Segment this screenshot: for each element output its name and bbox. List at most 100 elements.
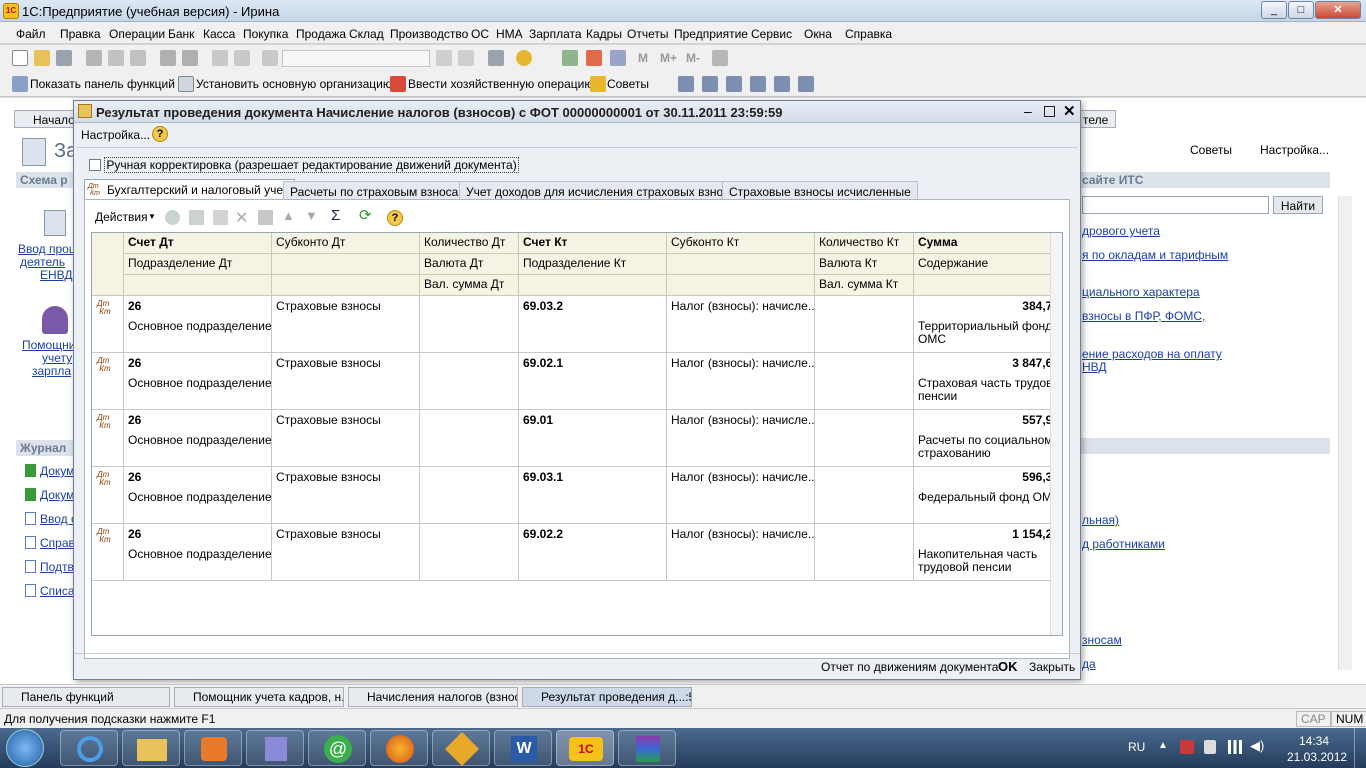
media-player-taskbar-icon[interactable] (184, 730, 242, 766)
users-icon[interactable] (610, 50, 626, 66)
journal-item-5[interactable]: Подтв (40, 560, 74, 574)
clock-time[interactable]: 14:34 (1299, 734, 1329, 748)
tab-accounting[interactable]: Дт Кт Бухгалтерский и налоговый учет (84, 179, 296, 201)
bg-link-assistant-2[interactable]: учету (42, 351, 72, 365)
minimize-button[interactable]: _ (1261, 1, 1287, 19)
refresh-icon[interactable]: ⟳ (359, 206, 372, 224)
set-organization-button[interactable]: Установить основную организацию (196, 77, 392, 91)
menu-hr[interactable]: Кадры (586, 27, 622, 41)
bg-right-link-6[interactable]: НВД (1082, 360, 1107, 374)
explorer-taskbar-icon[interactable] (122, 730, 180, 766)
bg-link-assistant-3[interactable]: зарпла (32, 364, 71, 378)
open-folder-icon[interactable] (34, 50, 50, 66)
1c-taskbar-icon[interactable]: 1С (556, 730, 614, 766)
tab-insurance-calc[interactable]: Расчеты по страховым взносам (283, 181, 474, 201)
save-icon[interactable] (56, 50, 72, 66)
usb-tray-icon[interactable] (1204, 740, 1216, 754)
cut-icon[interactable] (86, 50, 102, 66)
sum-icon[interactable]: Σ (331, 207, 340, 224)
bg-right-link-7[interactable]: льная) (1082, 513, 1119, 527)
enter-operation-button[interactable]: Ввести хозяйственную операцию (408, 77, 593, 91)
close-dialog-button[interactable]: Закрыть (1029, 660, 1075, 674)
bg-right-link-3[interactable]: циального характера (1082, 285, 1200, 299)
help-icon[interactable]: ? (152, 126, 168, 142)
menu-cash[interactable]: Касса (203, 27, 235, 41)
add-row-icon[interactable] (165, 210, 180, 225)
print-preview-icon[interactable] (182, 50, 198, 66)
manual-correction-label[interactable]: Ручная корректировка (разрешает редактир… (104, 156, 519, 173)
menu-edit[interactable]: Правка (60, 27, 101, 41)
window-tab-hr-assistant[interactable]: Помощник учета кадров, н... (174, 687, 344, 707)
journal-item-1[interactable]: Докум (40, 464, 74, 478)
tab-right[interactable]: теле (1080, 110, 1116, 128)
mail-taskbar-icon[interactable]: @ (308, 730, 366, 766)
bg-right-link-8[interactable]: д работниками (1082, 537, 1165, 551)
word-taskbar-icon[interactable]: W (494, 730, 552, 766)
move-down-icon[interactable]: ▼ (305, 208, 318, 223)
journal-item-6[interactable]: Списа (40, 584, 75, 598)
bg-right-link-4[interactable]: взносы в ПФР, ФОМС, (1082, 309, 1205, 323)
table3-icon[interactable] (726, 76, 742, 92)
tools-icon[interactable] (712, 50, 728, 66)
bg-right-link-10[interactable]: да (1082, 657, 1096, 671)
find-next-icon[interactable] (436, 50, 452, 66)
copy-icon[interactable] (108, 50, 124, 66)
menu-windows[interactable]: Окна (804, 27, 832, 41)
menu-purchase[interactable]: Покупка (243, 27, 288, 41)
save-row-icon[interactable] (258, 210, 273, 225)
bg-settings-link[interactable]: Настройка... (1260, 143, 1329, 157)
archiver-taskbar-icon[interactable] (618, 730, 676, 766)
movements-table[interactable]: Счет Дт Подразделение Дт Субконто Дт Количе… (91, 232, 1063, 636)
search-icon[interactable] (262, 50, 278, 66)
memory-m-icon[interactable]: M (638, 51, 648, 65)
find-button[interactable]: Найти (1273, 196, 1323, 214)
actions-dropdown-icon[interactable]: ▼ (148, 212, 156, 221)
table5-icon[interactable] (774, 76, 790, 92)
calendar-icon[interactable] (586, 50, 602, 66)
journal-item-3[interactable]: Ввод с (40, 512, 77, 526)
tray-expand-icon[interactable]: ▲ (1158, 740, 1168, 751)
journal-item-4[interactable]: Справ (40, 536, 75, 550)
tab-income-accounting[interactable]: Учет доходов для исчисления страховых вз… (459, 181, 750, 201)
bg-link-envd-2[interactable]: деятель (20, 255, 65, 269)
dialog-minimize-button[interactable]: – (1024, 103, 1032, 119)
calculator-icon[interactable] (562, 50, 578, 66)
new-document-icon[interactable] (12, 50, 28, 66)
bg-right-link-9[interactable]: зносам (1082, 633, 1122, 647)
maximize-button[interactable]: □ (1288, 1, 1314, 19)
windows-icon[interactable] (488, 50, 504, 66)
redo-icon[interactable] (234, 50, 250, 66)
bg-tips-link[interactable]: Советы (1190, 143, 1232, 157)
memory-minus-icon[interactable]: M- (686, 51, 700, 65)
tab-start[interactable]: Начало (14, 110, 75, 128)
menu-sales[interactable]: Продажа (296, 27, 346, 41)
menu-operations[interactable]: Операции (109, 27, 165, 41)
grid-help-icon[interactable]: ? (387, 210, 403, 226)
paste-icon[interactable] (130, 50, 146, 66)
menu-help[interactable]: Справка (845, 27, 892, 41)
antivirus-tray-icon[interactable] (1180, 740, 1194, 754)
actions-menu[interactable]: Действия (95, 210, 148, 224)
copy-row-icon[interactable] (189, 210, 204, 225)
menu-enterprise[interactable]: Предприятие (674, 27, 748, 41)
table6-icon[interactable] (798, 76, 814, 92)
table-scrollbar[interactable] (1050, 233, 1062, 635)
table4-icon[interactable] (750, 76, 766, 92)
show-panel-button[interactable]: Показать панель функций (30, 77, 175, 91)
menu-bank[interactable]: Банк (168, 27, 194, 41)
its-search-input[interactable] (1082, 196, 1269, 214)
network-tray-icon[interactable] (1228, 740, 1242, 754)
find-prev-icon[interactable] (458, 50, 474, 66)
bg-scrollbar[interactable] (1338, 196, 1352, 670)
table2-icon[interactable] (702, 76, 718, 92)
manual-correction-checkbox[interactable] (89, 158, 101, 171)
bg-link-envd-1[interactable]: Ввод проц (18, 242, 76, 256)
menu-salary[interactable]: Зарплата (529, 27, 582, 41)
clock-date[interactable]: 21.03.2012 (1287, 750, 1347, 764)
journal-item-2[interactable]: Докум (40, 488, 74, 502)
bg-right-link-2[interactable]: я по окладам и тарифным (1082, 248, 1228, 262)
print-icon[interactable] (160, 50, 176, 66)
delete-row-icon[interactable]: ✕ (235, 208, 248, 228)
report-movements-button[interactable]: Отчет по движениям документа (821, 660, 998, 674)
show-desktop-button[interactable] (1354, 728, 1366, 768)
